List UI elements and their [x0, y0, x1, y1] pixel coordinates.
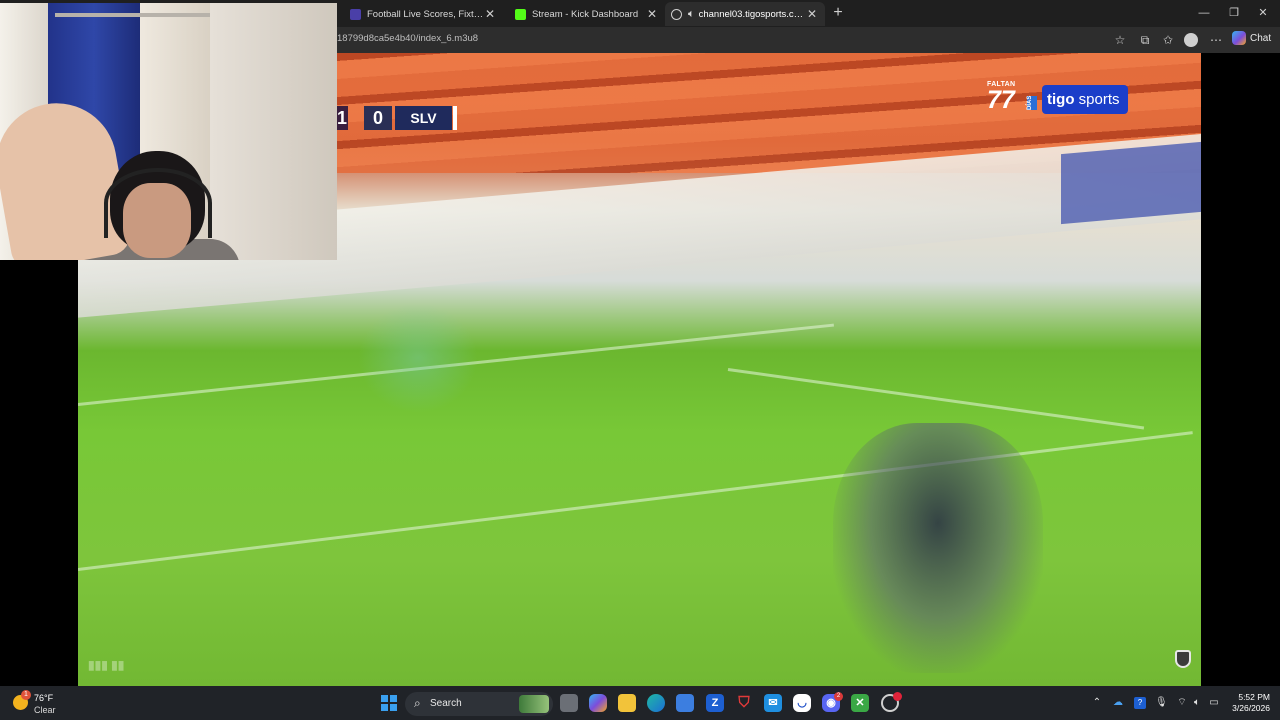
- score-away: 0: [364, 106, 392, 130]
- taskbar-clock[interactable]: 5:52 PM 3/26/2026: [1226, 692, 1270, 714]
- globe-icon: [671, 8, 682, 20]
- countdown-unit: DÍAS: [1027, 96, 1037, 110]
- weather-temp: 76°F: [34, 693, 54, 703]
- taskbar-search[interactable]: ⌕ Search: [405, 692, 553, 716]
- scoreboard-edge: [453, 106, 457, 130]
- profile-avatar[interactable]: [1184, 33, 1198, 47]
- restore-icon[interactable]: ❐: [1225, 4, 1243, 22]
- copilot-app-icon[interactable]: [589, 694, 607, 712]
- battery-icon[interactable]: ▭: [1208, 697, 1220, 709]
- xbox-icon[interactable]: ✕: [851, 694, 869, 712]
- favorite-star-icon[interactable]: ☆: [1112, 32, 1128, 48]
- screen: ▮▮▮ ▮▮ 1 0 SLV FALTAN 77 DÍAS tigo sport…: [0, 0, 1280, 720]
- tigo-sports-logo: tigo sports: [1042, 85, 1128, 114]
- close-icon[interactable]: ✕: [645, 7, 659, 21]
- notification-dot: [893, 692, 902, 701]
- tab-kick-dashboard[interactable]: Stream - Kick Dashboard ✕: [503, 2, 665, 26]
- search-highlight-image: [519, 695, 549, 713]
- wifi-icon[interactable]: ⌔: [1176, 697, 1188, 709]
- brand-sub: sports: [1074, 91, 1120, 108]
- close-window-icon[interactable]: ✕: [1254, 4, 1272, 22]
- task-view-icon[interactable]: [560, 694, 578, 712]
- kick-icon: [515, 8, 526, 20]
- tray-app-icon[interactable]: ?: [1134, 697, 1146, 709]
- volume-icon[interactable]: 🔈︎: [1191, 697, 1203, 709]
- football-site-icon: [350, 8, 361, 20]
- wall: [210, 3, 337, 260]
- ad-board-blue: [1061, 141, 1201, 225]
- microphone-icon[interactable]: 🎙︎: [1155, 697, 1168, 709]
- curtain-rod: [55, 13, 220, 17]
- tab-tigosports[interactable]: 🔈︎ channel03.tigosports.com.sv/ ✕: [665, 2, 825, 26]
- chevron-up-icon[interactable]: ⌃: [1091, 697, 1103, 709]
- minimize-icon[interactable]: —: [1195, 4, 1213, 22]
- clock-time: 5:52 PM: [1238, 692, 1270, 702]
- file-explorer-icon[interactable]: [618, 694, 636, 712]
- discord-badge: 2: [834, 692, 843, 701]
- close-icon[interactable]: ✕: [805, 7, 819, 21]
- store-icon[interactable]: [676, 694, 694, 712]
- close-icon[interactable]: ✕: [483, 7, 497, 21]
- edge-browser-icon[interactable]: [647, 694, 665, 712]
- player-group: [833, 423, 1043, 673]
- onedrive-icon[interactable]: ☁: [1112, 697, 1124, 709]
- tab-title: channel03.tigosports.com.sv/: [698, 8, 805, 20]
- search-icon: ⌕: [414, 696, 421, 710]
- copilot-icon: [1232, 31, 1246, 45]
- away-team-code: SLV: [395, 106, 452, 130]
- address-bar[interactable]: 18799d8ca5e4b40/index_6.m3u8: [337, 33, 478, 44]
- player-blur: [358, 303, 478, 413]
- countdown-value: 77: [987, 86, 1015, 114]
- tab-title: Stream - Kick Dashboard: [532, 8, 639, 20]
- crest-icon: [1175, 650, 1191, 668]
- taskbar: [0, 686, 1280, 720]
- pitch-line: [727, 368, 1145, 430]
- score-home: 1: [336, 106, 348, 130]
- start-button[interactable]: [381, 695, 397, 711]
- tab-football-scores[interactable]: Football Live Scores, Fixtures & O ✕: [338, 2, 503, 26]
- weather-condition: Clear: [34, 705, 56, 715]
- favorites-icon[interactable]: ✩: [1160, 32, 1176, 48]
- app-icon[interactable]: ◡: [793, 694, 811, 712]
- brand-main: tigo: [1047, 91, 1075, 108]
- more-menu-icon[interactable]: ⋯: [1208, 32, 1224, 48]
- headset: [104, 168, 212, 238]
- extensions-icon[interactable]: ⧉: [1137, 32, 1153, 48]
- clock-date: 3/26/2026: [1232, 703, 1270, 713]
- weather-badge: 1: [21, 690, 31, 700]
- tab-title: Football Live Scores, Fixtures & O: [367, 8, 487, 20]
- new-tab-button[interactable]: +: [829, 4, 847, 22]
- app-icon[interactable]: Z: [706, 694, 724, 712]
- search-placeholder: Search: [430, 698, 462, 709]
- chat-label: Chat: [1250, 32, 1272, 44]
- webcam-overlay: [0, 3, 337, 260]
- copilot-chat-button[interactable]: Chat: [1232, 31, 1271, 45]
- speaker-icon[interactable]: 🔈︎: [688, 8, 695, 21]
- video-watermark: ▮▮▮ ▮▮: [88, 658, 125, 672]
- mcafee-icon[interactable]: ⛉: [735, 694, 753, 712]
- mail-icon[interactable]: ✉: [764, 694, 782, 712]
